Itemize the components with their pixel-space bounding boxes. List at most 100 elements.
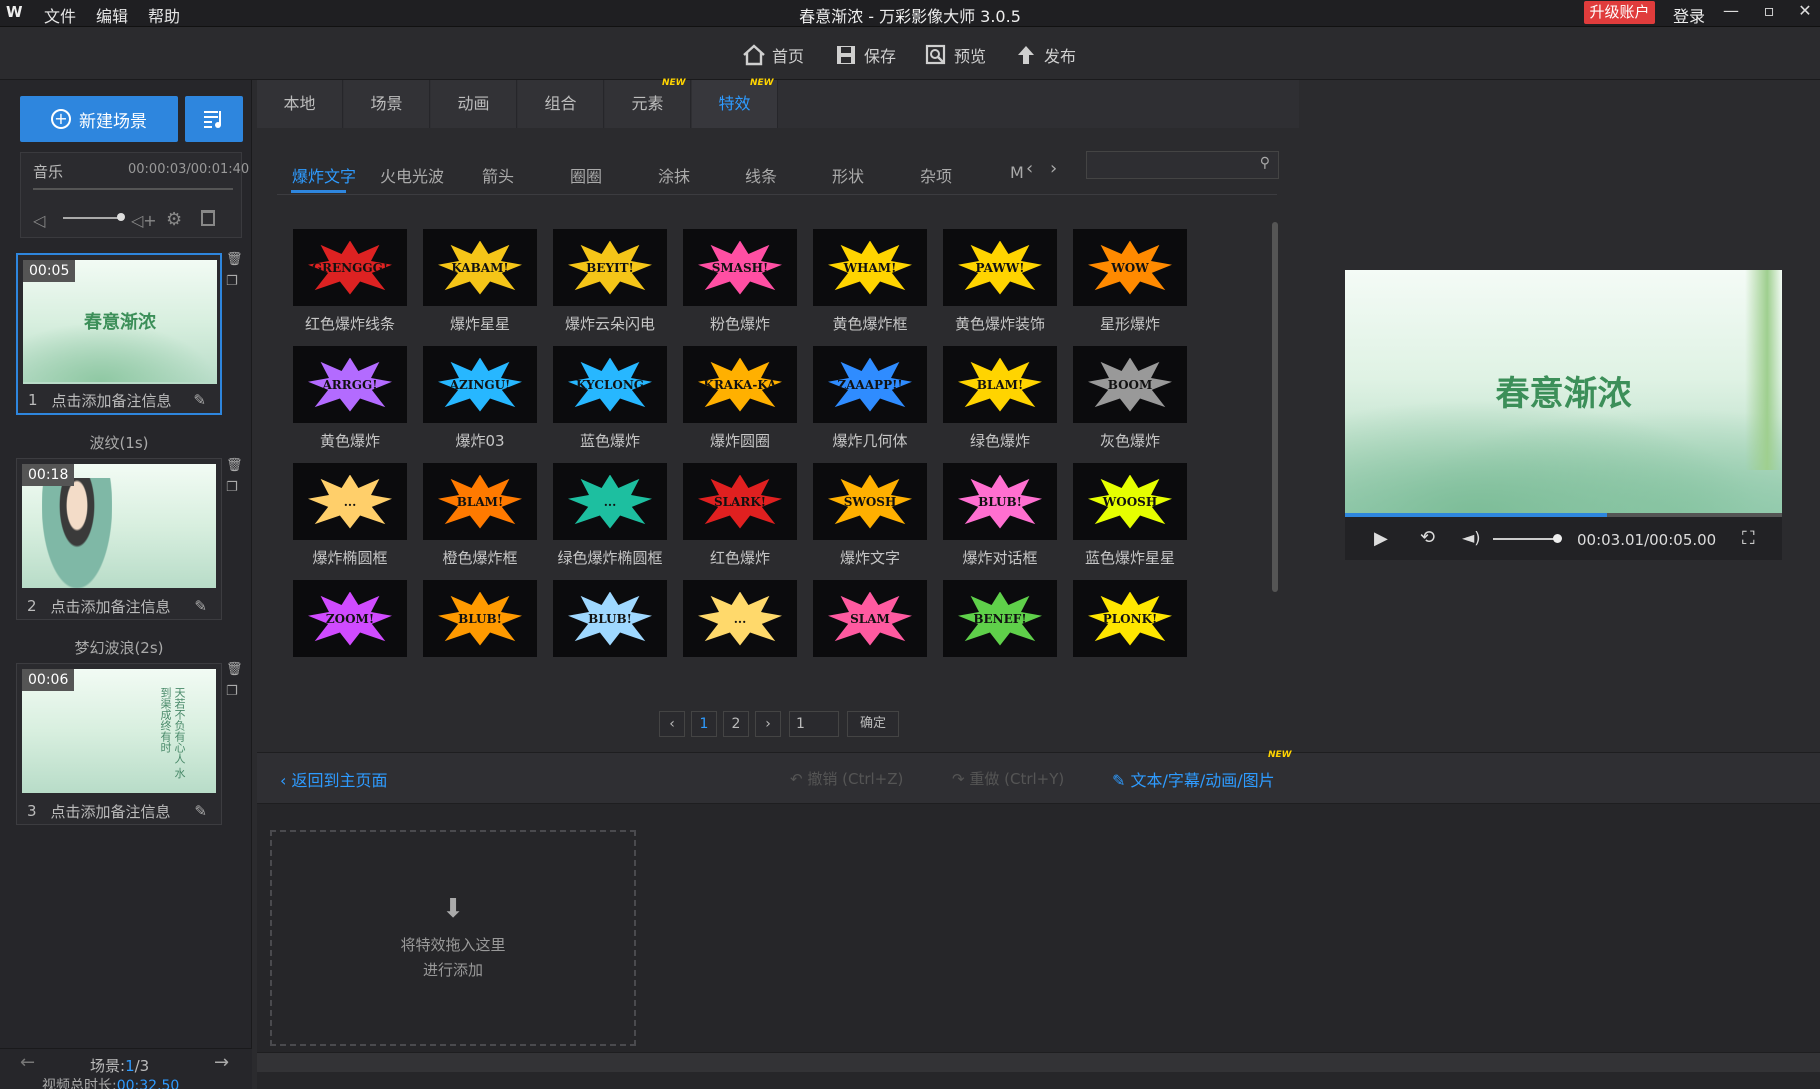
maximize-icon[interactable]: ▫ [1756, 1, 1782, 25]
effect-item[interactable]: SLARK! 红色爆炸 [683, 463, 797, 568]
effect-item[interactable]: BEYIT! 爆炸云朵闪电 [553, 229, 667, 334]
search-field[interactable]: ⚲ [1086, 151, 1279, 179]
edit-icon[interactable]: ✎ [193, 391, 206, 409]
timeline-scrollbar[interactable] [257, 1052, 1820, 1072]
tab-scene[interactable]: 场景 [344, 80, 430, 128]
copy-scene-icon[interactable]: ❐ [226, 480, 240, 495]
volume-down-icon[interactable]: ◁ [33, 211, 45, 230]
effect-item[interactable]: BOOM 灰色爆炸 [1073, 346, 1187, 451]
subtab-more[interactable]: M [1010, 163, 1024, 182]
chevron-left-icon[interactable]: ‹ [1026, 158, 1033, 179]
save-button[interactable]: 保存 [834, 43, 896, 67]
effect-item[interactable]: AZINGU! 爆炸03 [423, 346, 537, 451]
edit-icon[interactable]: ✎ [194, 802, 207, 820]
publish-button[interactable]: 发布 [1014, 43, 1076, 67]
copy-scene-icon[interactable]: ❐ [226, 274, 240, 289]
effect-item[interactable]: BLUB! [423, 580, 537, 664]
scene-note[interactable]: 点击添加备注信息 [52, 390, 172, 411]
close-icon[interactable]: ✕ [1792, 1, 1818, 25]
subtab-explosion-text[interactable]: 爆炸文字 [292, 163, 356, 187]
next-scene-icon[interactable]: → [214, 1052, 229, 1073]
effect-item[interactable]: KRAKA-KA 爆炸圆圈 [683, 346, 797, 451]
volume-icon[interactable]: ◄) [1462, 528, 1481, 547]
search-icon[interactable]: ⚲ [1260, 155, 1270, 171]
effect-item[interactable]: SWOSH 爆炸文字 [813, 463, 927, 568]
next-page-button[interactable]: › [755, 711, 781, 737]
minimize-icon[interactable]: — [1718, 1, 1744, 25]
effect-item[interactable]: BENEF! [943, 580, 1057, 664]
back-home-button[interactable]: ‹ 返回到主页面 [280, 767, 388, 791]
scene-note[interactable]: 点击添加备注信息 [51, 596, 171, 617]
effect-item[interactable]: ZAAAPP!! 爆炸几何体 [813, 346, 927, 451]
tab-local[interactable]: 本地 [257, 80, 343, 128]
effect-item[interactable]: PAWW! 黄色爆炸装饰 [943, 229, 1057, 334]
effect-item[interactable]: WHAM! 黄色爆炸框 [813, 229, 927, 334]
tab-animation[interactable]: 动画 [431, 80, 517, 128]
effect-item[interactable]: SLAM [813, 580, 927, 664]
subtab-misc[interactable]: 杂项 [920, 163, 952, 187]
delete-scene-icon[interactable]: 🗑 [226, 252, 243, 267]
effect-item[interactable]: ... 爆炸椭圆框 [293, 463, 407, 568]
effect-item[interactable]: WOW 星形爆炸 [1073, 229, 1187, 334]
confirm-page-button[interactable]: 确定 [847, 711, 899, 737]
subtab-lines[interactable]: 线条 [745, 163, 777, 187]
effect-item[interactable]: WOOSH 蓝色爆炸星星 [1073, 463, 1187, 568]
scene-note[interactable]: 点击添加备注信息 [51, 801, 171, 822]
page-button-2[interactable]: 2 [723, 711, 749, 737]
effect-drop-zone[interactable]: ⬇ 将特效拖入这里 进行添加 [270, 830, 636, 1046]
page-input[interactable]: 1 [789, 711, 839, 737]
preview-volume-handle[interactable] [1553, 534, 1562, 543]
upgrade-button[interactable]: 升级账户 [1584, 1, 1655, 24]
volume-slider[interactable] [63, 217, 119, 219]
home-button[interactable]: 首页 [742, 43, 804, 67]
scene-card-3[interactable]: 天若不负有心人 水到渠成终有时 00:06 3 点击添加备注信息 ✎ [16, 663, 222, 825]
music-progress[interactable] [33, 188, 233, 190]
volume-up-icon[interactable]: ◁+ [131, 211, 157, 230]
effect-item[interactable]: ARRGG! 黄色爆炸 [293, 346, 407, 451]
preview-volume-slider[interactable] [1493, 538, 1557, 540]
subtab-circles[interactable]: 圈圈 [570, 163, 602, 187]
delete-scene-icon[interactable]: 🗑 [226, 458, 243, 473]
search-input[interactable] [1087, 152, 1247, 176]
effect-item[interactable]: ZOOM! [293, 580, 407, 664]
effect-item[interactable]: BLAM! 绿色爆炸 [943, 346, 1057, 451]
volume-handle[interactable] [117, 213, 125, 221]
tab-combo[interactable]: 组合 [518, 80, 604, 128]
fullscreen-icon[interactable]: ⛶ [1742, 528, 1755, 549]
scene-card-2[interactable]: 00:18 2 点击添加备注信息 ✎ [16, 458, 222, 620]
effect-item[interactable]: SMASH! 粉色爆炸 [683, 229, 797, 334]
page-button-1[interactable]: 1 [691, 711, 717, 737]
scrollbar[interactable] [1272, 222, 1278, 592]
prev-scene-icon[interactable]: ← [20, 1052, 35, 1073]
subtab-arrows[interactable]: 箭头 [482, 163, 514, 187]
effect-item[interactable]: KABAM! 爆炸星星 [423, 229, 537, 334]
gear-icon[interactable]: ⚙ [166, 209, 182, 230]
subtab-lightning[interactable]: 火电光波 [380, 163, 444, 187]
edit-icon[interactable]: ✎ [194, 597, 207, 615]
effect-item[interactable]: PLONK! [1073, 580, 1187, 664]
delete-scene-icon[interactable]: 🗑 [226, 662, 243, 677]
replay-icon[interactable]: ⟲ [1420, 527, 1435, 548]
prev-page-button[interactable]: ‹ [659, 711, 685, 737]
effect-item[interactable]: KYCLONG 蓝色爆炸 [553, 346, 667, 451]
effect-item[interactable]: GRENGGG! 红色爆炸线条 [293, 229, 407, 334]
preview-button[interactable]: 预览 [924, 43, 986, 67]
effect-item[interactable]: ... 绿色爆炸椭圆框 [553, 463, 667, 568]
effect-item[interactable]: BLUB! 爆炸对话框 [943, 463, 1057, 568]
effect-item[interactable]: BLUB! [553, 580, 667, 664]
copy-scene-icon[interactable]: ❐ [226, 684, 240, 699]
subtab-shapes[interactable]: 形状 [832, 163, 864, 187]
transition-label-1[interactable]: 波纹(1s) [16, 432, 222, 453]
chevron-right-icon[interactable]: › [1050, 158, 1057, 179]
scene-list-button[interactable] [185, 96, 243, 142]
login-button[interactable]: 登录 [1673, 3, 1705, 27]
effect-item[interactable]: BLAM! 橙色爆炸框 [423, 463, 537, 568]
effect-item[interactable]: ... [683, 580, 797, 664]
trash-icon[interactable] [201, 210, 215, 226]
play-icon[interactable]: ▶ [1374, 528, 1388, 549]
subtab-smear[interactable]: 涂抹 [658, 163, 690, 187]
transition-label-2[interactable]: 梦幻波浪(2s) [16, 637, 222, 658]
redo-button[interactable]: ↷ 重做 (Ctrl+Y) [952, 768, 1064, 789]
new-scene-button[interactable]: + 新建场景 [20, 96, 178, 142]
undo-button[interactable]: ↶ 撤销 (Ctrl+Z) [790, 768, 903, 789]
